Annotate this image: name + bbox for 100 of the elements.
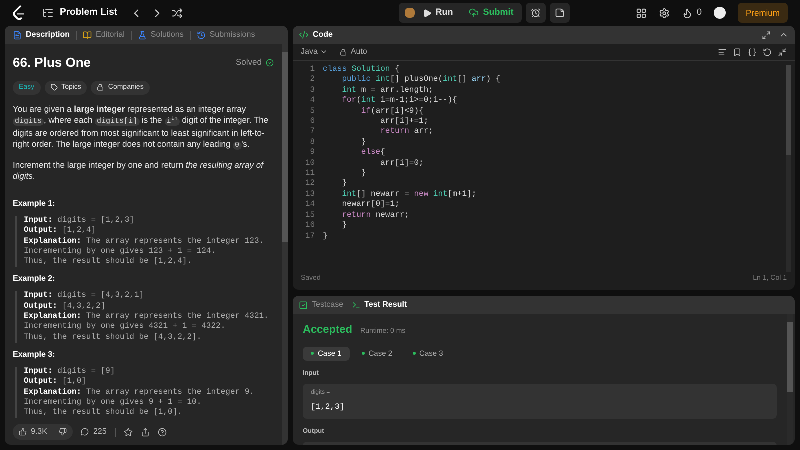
panel-tab[interactable]: Description [11, 29, 72, 41]
check-icon [266, 58, 274, 67]
example-line: Thus, the result should be [1,0]. [24, 408, 182, 418]
code-line: else{ [360, 148, 386, 159]
panel-tab[interactable]: Submissions [194, 29, 258, 41]
line-number: 17 [305, 232, 315, 242]
example-line: Input: digits = [9] [24, 366, 116, 377]
example-line: Input: digits = [4,3,2,1] [24, 291, 144, 302]
lock-icon [340, 48, 347, 56]
line-number: 1 [310, 65, 315, 76]
example-line: Output: [1,2,4] [24, 226, 96, 237]
example-line: Thus, the result should be [4,3,2,2]. [24, 332, 202, 343]
code-line: arr[i]=0; [380, 158, 424, 170]
example-title: Example 2: [13, 273, 56, 286]
line-number: 4 [310, 96, 315, 107]
line-number: 10 [305, 158, 315, 170]
line-number: 3 [310, 86, 315, 96]
lock-icon [97, 84, 104, 92]
example-line: Output: [4,3,2,2] [24, 302, 106, 312]
panel-tab[interactable]: Test Result [352, 299, 408, 311]
example-title: Example 1: [13, 198, 56, 210]
checkbox-icon [299, 300, 308, 310]
line-number: 16 [305, 221, 315, 232]
example-line: Input: digits = [1,2,3] [24, 216, 134, 226]
example-line: Output: [1,0] [24, 377, 86, 388]
bookmark-icon[interactable] [733, 48, 742, 56]
list-icon[interactable] [42, 7, 54, 19]
example-line: Explanation: The array represents the integer 4321. [24, 312, 269, 322]
code-line: class Solution { [323, 65, 400, 75]
scrollbar[interactable] [787, 314, 793, 445]
shuffle-icon[interactable] [172, 8, 183, 18]
line-number: 14 [305, 200, 315, 211]
input-value: [1,2,3] [311, 402, 346, 414]
language-select[interactable]: Java [301, 46, 328, 58]
logo-icon[interactable] [12, 5, 26, 21]
panel-tab[interactable]: Testcase [299, 299, 344, 311]
star-icon[interactable] [124, 428, 133, 436]
problem-list-link[interactable]: Problem List [60, 6, 118, 20]
submit-button[interactable]: Submit [461, 6, 522, 20]
help-icon[interactable] [158, 428, 167, 436]
solved-status: Solved [236, 56, 262, 70]
code-line: return arr; [380, 127, 434, 138]
verdict-label: Accepted [303, 323, 353, 338]
code-line: int[] newarr = new int[m+1]; [341, 190, 477, 200]
braces-icon[interactable] [748, 48, 757, 56]
line-number: 9 [310, 148, 315, 159]
cloud-upload-icon [469, 8, 480, 18]
chevron-down-icon [320, 48, 328, 56]
terminal-icon [352, 300, 361, 310]
example-line: Explanation: The array represents the integer 9. [24, 388, 254, 398]
code-line: public int[] plusOne(int[] arr) { [341, 75, 501, 86]
notes-button[interactable] [550, 3, 570, 23]
code-line: arr[i]+=1; [380, 117, 429, 128]
code-line: } [360, 138, 366, 148]
line-number: 6 [310, 117, 315, 128]
document-icon [13, 30, 22, 40]
streak-count: 0 [696, 6, 702, 20]
problem-title: 66. Plus One [13, 54, 92, 72]
line-number: 11 [305, 169, 315, 180]
debug-icon[interactable] [404, 8, 415, 18]
note-icon [554, 8, 565, 18]
maximize-icon[interactable] [762, 30, 771, 40]
play-icon [422, 8, 432, 18]
grid-icon[interactable] [636, 8, 647, 18]
mode-label[interactable]: Auto [350, 46, 368, 58]
alarm-clock-icon [530, 8, 541, 18]
reset-icon[interactable] [763, 48, 772, 56]
example-line: Incrementing by one gives 123 + 1 = 124. [24, 246, 216, 257]
panel-tab[interactable]: Solutions [136, 29, 186, 41]
flame-icon[interactable] [682, 8, 693, 18]
premium-button[interactable]: Premium [738, 3, 788, 23]
avatar[interactable] [714, 7, 726, 19]
code-icon [299, 30, 309, 40]
thumbs-down-icon [59, 428, 68, 436]
example-line: Incrementing by one gives 9 + 1 = 10. [24, 398, 202, 408]
code-line: } [341, 179, 348, 190]
line-number: 5 [310, 106, 315, 118]
timer-button[interactable] [526, 3, 546, 23]
minimize-icon[interactable] [778, 48, 787, 56]
panel-title: Code [313, 29, 333, 41]
panel-tab[interactable]: Editorial [81, 29, 127, 41]
history-icon [196, 30, 206, 40]
example-line: Explanation: The array represents the integer 123. [24, 236, 264, 247]
line-number: 2 [310, 75, 315, 86]
book-icon [83, 30, 92, 40]
code-line: for(int i=m-1;i>=0;i--){ [341, 96, 458, 107]
format-icon[interactable] [718, 48, 727, 56]
example-title: Example 3: [13, 348, 56, 361]
settings-icon[interactable] [658, 8, 670, 18]
flask-icon [138, 30, 147, 40]
line-number: 8 [310, 138, 315, 148]
code-line: int m = arr.length; [341, 86, 434, 96]
example-line: Thus, the result should be [1,2,4]. [24, 257, 192, 268]
example-line: Incrementing by one gives 4321 + 1 = 4322. [24, 322, 226, 333]
share-icon[interactable] [140, 428, 150, 436]
run-button[interactable]: Run [414, 6, 462, 20]
comments-button[interactable]: 225 [81, 426, 107, 438]
tag-icon [50, 84, 58, 92]
scrollbar[interactable] [282, 44, 288, 445]
comment-icon [81, 428, 90, 436]
